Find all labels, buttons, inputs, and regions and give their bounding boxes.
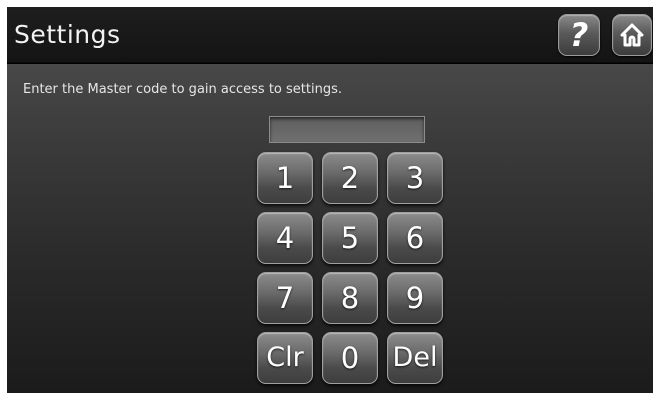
key-5[interactable]: 5 xyxy=(322,212,378,264)
key-9[interactable]: 9 xyxy=(387,272,443,324)
key-8[interactable]: 8 xyxy=(322,272,378,324)
key-4[interactable]: 4 xyxy=(257,212,313,264)
instruction-text: Enter the Master code to gain access to … xyxy=(23,82,342,97)
home-button[interactable] xyxy=(612,14,652,56)
key-1[interactable]: 1 xyxy=(257,152,313,204)
question-mark-icon: ? xyxy=(569,16,589,54)
key-3[interactable]: 3 xyxy=(387,152,443,204)
delete-button[interactable]: Del xyxy=(387,332,443,384)
help-button[interactable]: ? xyxy=(558,14,600,56)
key-2[interactable]: 2 xyxy=(322,152,378,204)
header-bar: Settings ? xyxy=(7,7,653,63)
code-input[interactable] xyxy=(269,116,425,143)
page-title: Settings xyxy=(14,20,121,49)
app-window: Settings ? Enter the Master code to gain… xyxy=(7,7,653,393)
key-7[interactable]: 7 xyxy=(257,272,313,324)
home-icon xyxy=(620,23,644,47)
main-content: Enter the Master code to gain access to … xyxy=(7,64,653,393)
key-0[interactable]: 0 xyxy=(322,332,378,384)
clear-button[interactable]: Clr xyxy=(257,332,313,384)
key-6[interactable]: 6 xyxy=(387,212,443,264)
